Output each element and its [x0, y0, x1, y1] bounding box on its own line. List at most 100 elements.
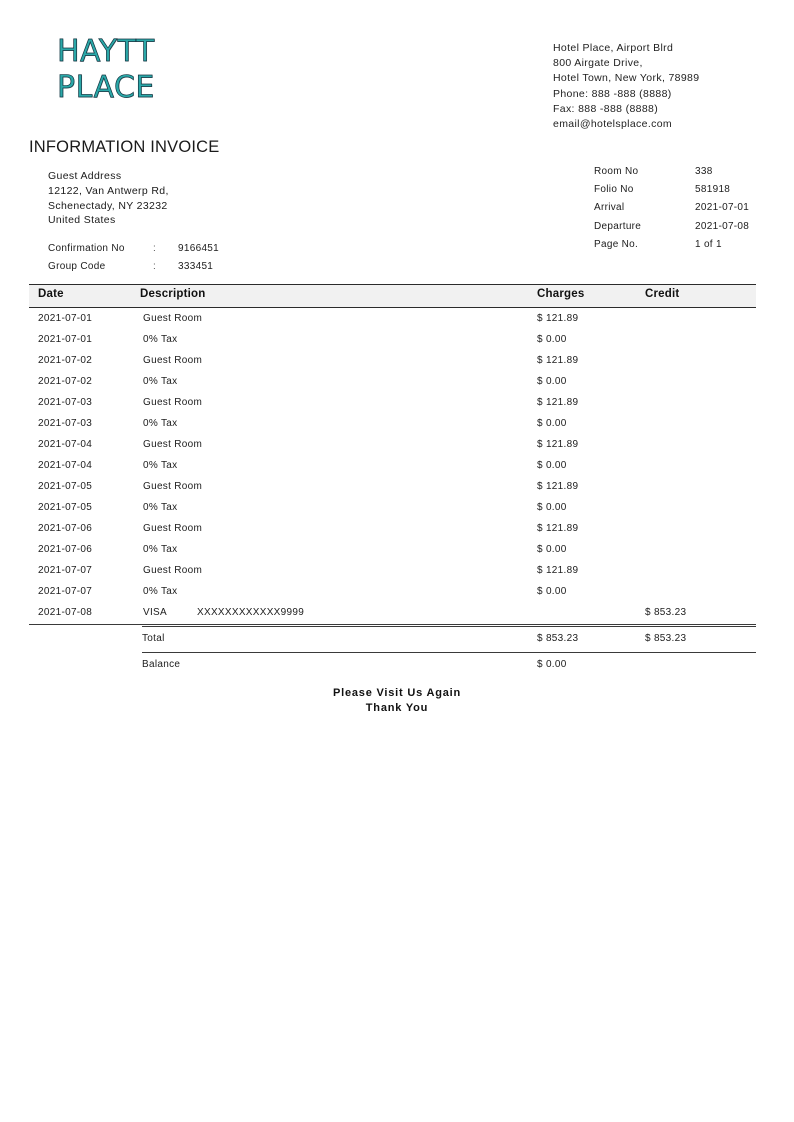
table-row: 2021-07-02 Guest Room $ 121.89: [29, 350, 756, 371]
table-row: 2021-07-03 0% Tax $ 0.00: [29, 413, 756, 434]
cell-charges: $ 121.89: [537, 397, 579, 408]
total-row: Total $ 853.23 $ 853.23: [142, 627, 756, 652]
group-code-row: Group Code : 333451: [48, 258, 213, 276]
cell-date: 2021-07-01: [38, 313, 93, 324]
page-no-row: Page No. 1 of 1: [594, 236, 722, 254]
group-code-value: 333451: [178, 261, 214, 272]
cell-description: 0% Tax: [143, 460, 178, 471]
cell-date: 2021-07-08: [38, 607, 93, 618]
cell-date: 2021-07-05: [38, 502, 93, 513]
cell-description: 0% Tax: [143, 376, 178, 387]
table-row: 2021-07-04 0% Tax $ 0.00: [29, 455, 756, 476]
stay-info-block: Room No 338 Folio No 581918 Arrival 2021…: [594, 163, 749, 254]
cell-charges: $ 0.00: [537, 502, 567, 513]
column-header-description: Description: [140, 288, 206, 300]
table-row: 2021-07-04 Guest Room $ 121.89: [29, 434, 756, 455]
cell-charges: $ 0.00: [537, 586, 567, 597]
confirmation-no-colon: :: [153, 243, 157, 254]
page-no-value: 1 of 1: [695, 238, 722, 250]
cell-date: 2021-07-05: [38, 481, 93, 492]
logo-line-1: HAYTT: [57, 34, 155, 70]
room-no-value: 338: [695, 166, 713, 177]
table-bottom-rule: [29, 624, 756, 625]
cell-date: 2021-07-07: [38, 586, 93, 597]
column-header-charges: Charges: [537, 288, 585, 300]
column-header-credit: Credit: [645, 288, 680, 300]
hotel-email: email@hotelsplace.com: [553, 118, 672, 131]
cell-date: 2021-07-01: [38, 334, 93, 345]
cell-charges: $ 121.89: [537, 355, 579, 366]
folio-no-label: Folio No: [594, 184, 634, 196]
confirmation-no-value: 9166451: [178, 243, 220, 254]
confirmation-no-row: Confirmation No : 9166451: [48, 240, 219, 258]
total-charges-value: $ 853.23: [537, 633, 579, 644]
cell-description: Guest Room: [143, 355, 203, 366]
cell-charges: $ 0.00: [537, 376, 567, 387]
guest-address-heading: Guest Address: [48, 170, 122, 182]
cell-date: 2021-07-07: [38, 565, 93, 576]
hotel-phone: Phone: 888 -888 (8888): [553, 87, 672, 100]
cell-charges: $ 121.89: [537, 523, 579, 534]
arrival-label: Arrival: [594, 202, 625, 214]
balance-row: Balance $ 0.00: [142, 653, 756, 678]
cell-date: 2021-07-03: [38, 397, 93, 408]
cell-description: 0% Tax: [143, 586, 178, 597]
total-label: Total: [142, 633, 165, 644]
group-code-colon: :: [153, 261, 157, 272]
cell-charges: $ 121.89: [537, 439, 579, 450]
logo-line-2: PLACE: [57, 70, 155, 106]
arrival-value: 2021-07-01: [695, 202, 750, 214]
folio-no-value: 581918: [695, 184, 731, 196]
table-header-row: Date Description Charges Credit: [29, 284, 756, 308]
table-row: 2021-07-05 Guest Room $ 121.89: [29, 476, 756, 497]
cell-description: Guest Room: [143, 439, 203, 450]
arrival-row: Arrival 2021-07-01: [594, 199, 749, 217]
table-row: 2021-07-01 0% Tax $ 0.00: [29, 329, 756, 350]
cell-date: 2021-07-02: [38, 355, 93, 366]
hotel-logo: HAYTT PLACE: [57, 34, 155, 106]
cell-description: Guest Room: [143, 565, 203, 576]
departure-row: Departure 2021-07-08: [594, 218, 749, 236]
table-row: 2021-07-06 Guest Room $ 121.89: [29, 518, 756, 539]
balance-label: Balance: [142, 659, 181, 670]
confirmation-no-label: Confirmation No: [48, 243, 125, 254]
totals-section: Total $ 853.23 $ 853.23 Balance $ 0.00: [142, 626, 756, 678]
cell-charges: $ 121.89: [537, 313, 579, 324]
cell-date: 2021-07-02: [38, 376, 93, 387]
cell-description-detail: XXXXXXXXXXXX9999: [197, 607, 305, 618]
table-row: 2021-07-03 Guest Room $ 121.89: [29, 392, 756, 413]
cell-charges: $ 0.00: [537, 544, 567, 555]
cell-date: 2021-07-06: [38, 544, 93, 555]
balance-charges-value: $ 0.00: [537, 659, 567, 670]
cell-charges: $ 0.00: [537, 460, 567, 471]
cell-description: Guest Room: [143, 481, 203, 492]
cell-date: 2021-07-03: [38, 418, 93, 429]
departure-label: Departure: [594, 220, 642, 232]
cell-description: Guest Room: [143, 313, 203, 324]
table-row: 2021-07-07 0% Tax $ 0.00: [29, 581, 756, 602]
cell-charges: $ 121.89: [537, 565, 579, 576]
total-credit-value: $ 853.23: [645, 633, 687, 644]
cell-description: VISA: [143, 607, 167, 618]
table-row: 2021-07-06 0% Tax $ 0.00: [29, 539, 756, 560]
hotel-address-line: 800 Airgate Drive,: [553, 57, 643, 70]
footer-line-1: Please Visit Us Again: [332, 687, 462, 699]
hotel-fax: Fax: 888 -888 (8888): [553, 102, 659, 115]
table-row: 2021-07-08 VISA XXXXXXXXXXXX9999 $ 853.23: [29, 602, 756, 623]
page-title: INFORMATION INVOICE: [29, 138, 220, 156]
guest-address-country: United States: [48, 214, 116, 227]
cell-description: 0% Tax: [143, 502, 178, 513]
footer-line-2: Thank You: [365, 702, 429, 714]
cell-description: 0% Tax: [143, 418, 178, 429]
table-row: 2021-07-07 Guest Room $ 121.89: [29, 560, 756, 581]
invoice-footer: Please Visit Us Again Thank You: [0, 686, 794, 716]
departure-value: 2021-07-08: [695, 220, 750, 232]
room-no-row: Room No 338: [594, 163, 712, 181]
group-code-label: Group Code: [48, 261, 106, 272]
cell-date: 2021-07-06: [38, 523, 93, 534]
guest-address-line: 12122, Van Antwerp Rd,: [48, 184, 169, 197]
hotel-address-line: Hotel Place, Airport Blrd: [553, 42, 674, 54]
cell-description: 0% Tax: [143, 544, 178, 555]
table-row: 2021-07-05 0% Tax $ 0.00: [29, 497, 756, 518]
cell-charges: $ 0.00: [537, 418, 567, 429]
